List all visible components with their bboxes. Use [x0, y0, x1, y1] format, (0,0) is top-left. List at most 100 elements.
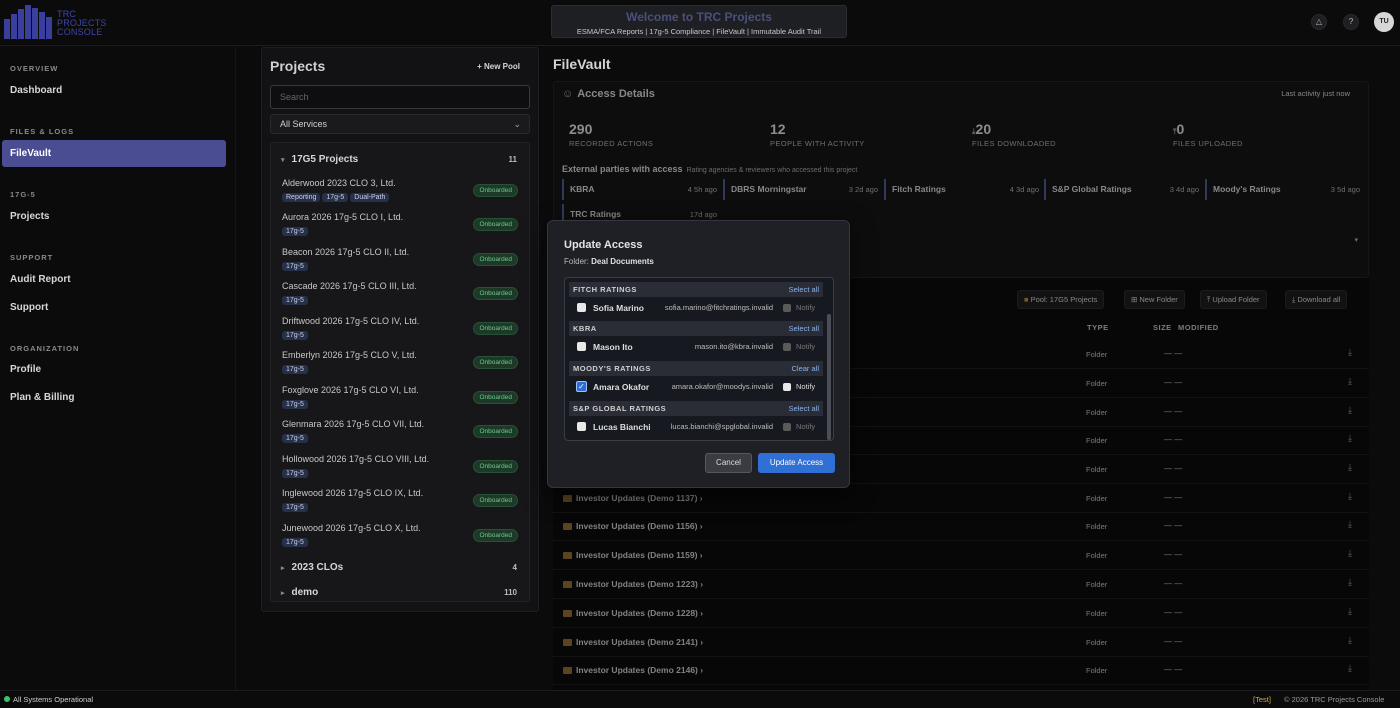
recipient-checkbox[interactable] — [577, 303, 586, 312]
notify-checkbox[interactable] — [783, 343, 791, 351]
welcome-banner: Welcome to TRC Projects ESMA/FCA Reports… — [551, 5, 847, 38]
tag-badge: 17g-5 — [282, 331, 308, 340]
recipient-checkbox-checked[interactable]: ✓ — [576, 381, 587, 392]
recipient-name: Amara Okafor — [593, 382, 650, 392]
notify-checkbox[interactable] — [783, 423, 791, 431]
sidebar-item-audit-report[interactable]: Audit Report — [10, 274, 71, 285]
sidebar-item-projects[interactable]: Projects — [10, 211, 49, 222]
status-badge: Onboarded — [473, 287, 518, 300]
caret-right-icon: ▸ — [281, 590, 285, 597]
new-pool-button[interactable]: + New Pool — [477, 62, 520, 71]
project-item[interactable]: Junewood 2026 17g-5 CLO X, Ltd. 17g-5 On… — [282, 523, 520, 555]
recipient-row: ✓ Amara Okafor amara.okafor@moodys.invalid… — [569, 376, 823, 398]
service-filter-select[interactable]: All Services ⌄ — [270, 114, 530, 134]
recipient-name: Lucas Bianchi — [593, 422, 651, 432]
system-status: All Systems Operational — [4, 695, 93, 704]
project-item[interactable]: Aurora 2026 17g-5 CLO I, Ltd. 17g-5 Onbo… — [282, 212, 520, 244]
tag-badge: 17g-5 — [282, 538, 308, 547]
logo-bars-icon — [4, 5, 52, 39]
tag-badge: Dual-Path — [350, 193, 390, 202]
sidebar: OVERVIEW Dashboard FILES & LOGS FileVaul… — [0, 47, 236, 690]
sidebar-item-billing[interactable]: Plan & Billing — [10, 392, 74, 403]
status-badge: Onboarded — [473, 391, 518, 404]
recipient-checkbox[interactable] — [577, 342, 586, 351]
welcome-subtitle: ESMA/FCA Reports | 17g-5 Compliance | Fi… — [576, 27, 822, 36]
section-17g5: 17G-5 — [10, 190, 36, 199]
bell-icon[interactable]: △ — [1311, 14, 1327, 30]
tag-badge: 17g-5 — [282, 400, 308, 409]
notify-label: Notify — [796, 303, 816, 312]
project-item[interactable]: Glenmara 2026 17g-5 CLO VII, Ltd. 17g-5 … — [282, 419, 520, 451]
notify-label: Notify — [796, 342, 816, 351]
folder-name: Deal Documents — [591, 257, 654, 266]
project-item[interactable]: Inglewood 2026 17g-5 CLO IX, Ltd. 17g-5 … — [282, 488, 520, 520]
project-search-input[interactable]: Search — [270, 85, 530, 109]
section-files-logs: FILES & LOGS — [10, 127, 75, 136]
filevault-title: FileVault — [553, 56, 611, 72]
sidebar-item-dashboard[interactable]: Dashboard — [10, 85, 62, 96]
group-name: S&P GLOBAL RATINGS — [573, 404, 667, 413]
copyright: © 2026 TRC Projects Console — [1284, 695, 1385, 704]
group-17g5-projects[interactable]: ▾ 17G5 Projects — [281, 154, 358, 165]
env-badge: [Test] — [1253, 695, 1271, 704]
project-tree: ▾ 17G5 Projects 11 Alderwood 2023 CLO 3, … — [270, 142, 530, 602]
select-all-button[interactable]: Select all — [789, 321, 819, 336]
recipient-checkbox[interactable] — [577, 422, 586, 431]
sidebar-item-profile[interactable]: Profile — [10, 364, 41, 375]
status-badge: Onboarded — [473, 425, 518, 438]
update-access-button[interactable]: Update Access — [758, 453, 835, 473]
notify-checkbox[interactable] — [783, 383, 791, 391]
notify-label: Notify — [796, 382, 816, 391]
group-2023-clos[interactable]: ▸ 2023 CLOs — [281, 562, 343, 573]
brand-logo[interactable]: TRC PROJECTS CONSOLE — [4, 5, 114, 39]
group-name: KBRA — [573, 324, 597, 333]
select-all-button[interactable]: Select all — [789, 401, 819, 416]
project-item[interactable]: Emberlyn 2026 17g-5 CLO V, Ltd. 17g-5 On… — [282, 350, 520, 382]
modal-title: Update Access — [564, 239, 643, 251]
recipient-email: lucas.bianchi@spglobal.invalid — [670, 422, 773, 431]
recipient-row: Mason Ito mason.ito@kbra.invalid Notify — [569, 336, 823, 358]
modal-folder: Folder: Deal Documents — [564, 257, 654, 266]
project-item[interactable]: Beacon 2026 17g-5 CLO II, Ltd. 17g-5 Onb… — [282, 247, 520, 279]
project-item[interactable]: Alderwood 2023 CLO 3, Ltd. Reporting 17g-… — [282, 178, 520, 210]
clear-all-button[interactable]: Clear all — [791, 361, 819, 376]
group-header-moodys: MOODY'S RATINGS Clear all — [569, 361, 823, 376]
help-icon[interactable]: ? — [1343, 14, 1359, 30]
status-dot-icon — [4, 696, 10, 702]
recipient-name: Mason Ito — [593, 342, 633, 352]
status-badge: Onboarded — [473, 218, 518, 231]
tag-badge: 17g-5 — [282, 365, 308, 374]
tag-badge: 17g-5 — [282, 503, 308, 512]
brand-text: TRC PROJECTS CONSOLE — [57, 9, 107, 37]
group-demo[interactable]: ▸ demo — [281, 587, 318, 598]
tag-badge: Reporting — [282, 193, 321, 202]
section-organization: ORGANIZATION — [10, 344, 80, 353]
section-overview: OVERVIEW — [10, 64, 59, 73]
status-badge: Onboarded — [473, 460, 518, 473]
group-name: MOODY'S RATINGS — [573, 364, 651, 373]
tag-badge: 17g-5 — [282, 227, 308, 236]
project-item[interactable]: Cascade 2026 17g-5 CLO III, Ltd. 17g-5 O… — [282, 281, 520, 313]
project-item[interactable]: Driftwood 2026 17g-5 CLO IV, Ltd. 17g-5 … — [282, 316, 520, 348]
recipients-list[interactable]: FITCH RATINGS Select all Sofia Marino sofi… — [564, 277, 834, 441]
notify-checkbox[interactable] — [783, 304, 791, 312]
list-scrollbar[interactable] — [827, 314, 831, 440]
caret-right-icon: ▸ — [281, 565, 285, 572]
group-label: demo — [291, 587, 319, 598]
welcome-title: Welcome to TRC Projects — [626, 10, 772, 24]
notify-label: Notify — [796, 422, 816, 431]
sidebar-item-support[interactable]: Support — [10, 302, 48, 313]
project-item[interactable]: Foxglove 2026 17g-5 CLO VI, Ltd. 17g-5 O… — [282, 385, 520, 417]
project-item[interactable]: Hollowood 2026 17g-5 CLO VIII, Ltd. 17g-… — [282, 454, 520, 486]
select-all-button[interactable]: Select all — [789, 282, 819, 297]
cancel-button[interactable]: Cancel — [705, 453, 752, 473]
folder-label: Folder: — [564, 257, 589, 266]
recipient-email: mason.ito@kbra.invalid — [694, 342, 773, 351]
status-badge: Onboarded — [473, 322, 518, 335]
recipient-row: Lucas Bianchi lucas.bianchi@spglobal.inva… — [569, 416, 823, 438]
sidebar-item-filevault[interactable]: FileVault — [2, 140, 226, 167]
group-header-kbra: KBRA Select all — [569, 321, 823, 336]
avatar[interactable]: TU — [1374, 12, 1394, 32]
status-badge: Onboarded — [473, 494, 518, 507]
section-support: SUPPORT — [10, 253, 54, 262]
